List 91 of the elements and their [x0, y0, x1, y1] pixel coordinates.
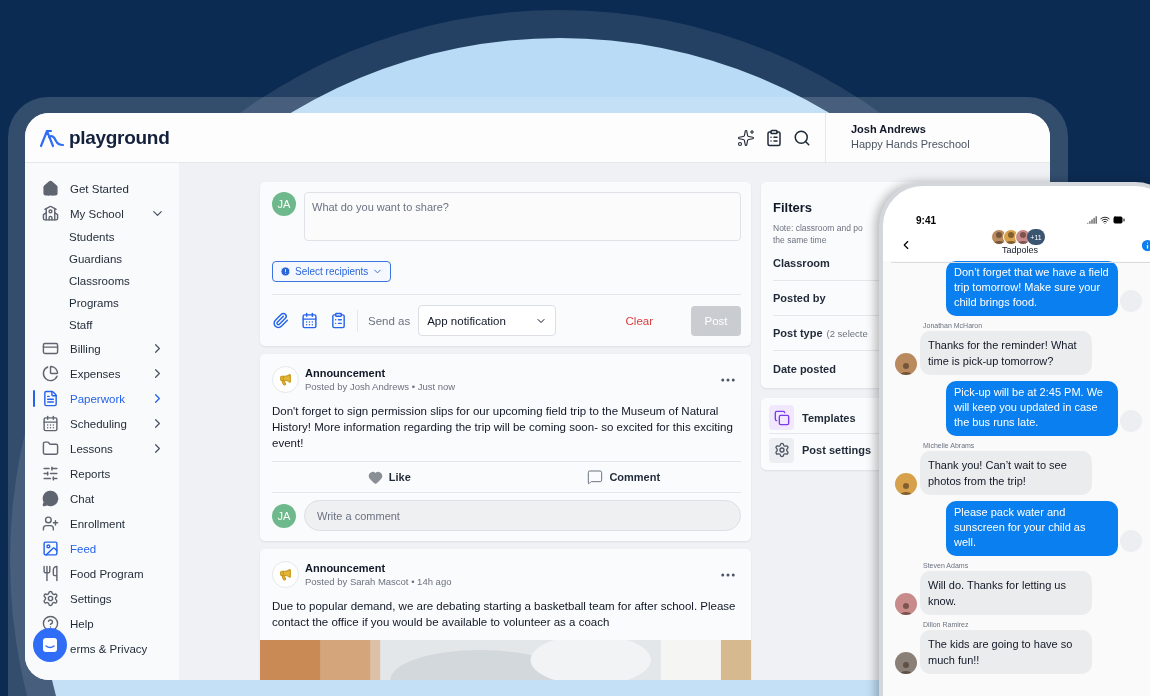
sidebar-item[interactable]: Reports — [25, 461, 179, 486]
sent-message: Please pack water and sunscreen for your child as well. — [946, 501, 1118, 556]
filter-label[interactable]: Posted by — [773, 292, 826, 304]
sent-message: Pick-up will be at 2:45 PM. We will keep you updated in case the bus runs late. — [946, 381, 1118, 436]
post-text: Due to popular demand, we are debating starting a basketball team for after school. Please contact the office if you would be available to volunteer as a coach — [272, 599, 737, 630]
sidebar-item[interactable]: Expenses — [25, 361, 179, 386]
filter-label[interactable]: Post type — [773, 327, 823, 339]
select-recipients-button[interactable]: Select recipients — [272, 261, 392, 282]
clipboard-icon[interactable] — [765, 128, 783, 147]
like-button[interactable]: Like — [272, 462, 507, 492]
user-plus-icon — [41, 515, 59, 532]
clear-button[interactable]: Clear — [625, 314, 683, 327]
sidebar-item[interactable]: Billing — [25, 336, 179, 361]
user-avatar: JA — [272, 503, 296, 528]
avatar-icon — [895, 652, 917, 674]
group-name: Tadpoles — [1002, 245, 1038, 255]
comment-field[interactable]: Write a comment — [304, 500, 741, 531]
sparkles-icon[interactable] — [737, 128, 755, 147]
user-name: Josh Andrews — [851, 122, 927, 135]
megaphone-icon — [272, 561, 299, 588]
sidebar-item[interactable]: Food Program — [25, 561, 179, 586]
speech-bubble-icon — [587, 469, 604, 485]
sidebar-subitem[interactable]: Students — [25, 226, 179, 248]
tool-link[interactable]: Templates — [802, 411, 856, 424]
filters-note: Note: classroom and po — [773, 222, 863, 234]
tool-link[interactable]: Post settings — [802, 444, 872, 456]
sidebar-item[interactable]: My School — [25, 201, 179, 226]
folder-icon — [41, 440, 59, 457]
filter-label[interactable]: Classroom — [773, 257, 830, 269]
school-name: Happy Hands Preschool — [851, 137, 971, 150]
school-icon — [41, 205, 59, 222]
send-as-label: Send as — [368, 314, 411, 327]
status-time: 9:41 — [916, 215, 936, 226]
settings-icon — [769, 437, 794, 463]
alert-icon — [280, 266, 291, 277]
search-icon[interactable] — [793, 128, 811, 147]
avatar-icon — [895, 353, 917, 375]
avatar-icon — [895, 473, 917, 495]
send-as-select[interactable]: App notification — [418, 305, 557, 336]
post-title: Announcement — [305, 562, 387, 574]
sidebar-item[interactable]: Lessons — [25, 436, 179, 461]
clipboard-icon[interactable] — [330, 312, 347, 329]
slide-logo-icon — [39, 127, 65, 148]
sidebar-item[interactable]: Paperwork — [25, 386, 179, 411]
sidebar-item[interactable]: Scheduling — [25, 411, 179, 436]
sidebar-subitem[interactable]: Classrooms — [25, 270, 179, 292]
logo-text: playground — [69, 126, 170, 149]
received-message: Will do. Thanks for letting us know. — [920, 571, 1092, 615]
paperclip-icon[interactable] — [272, 312, 289, 329]
sidebar-item[interactable]: Get Started — [25, 176, 179, 201]
share-field[interactable]: What do you want to share? — [304, 192, 741, 241]
filters-title: Filters — [773, 200, 813, 215]
sidebar-item[interactable]: Enrollment — [25, 511, 179, 536]
chat-icon — [41, 636, 59, 654]
sidebar-subitem[interactable]: Staff — [25, 314, 179, 336]
sidebar-item[interactable]: Settings — [25, 586, 179, 611]
sidebar-item[interactable]: Feed — [25, 536, 179, 561]
filter-label[interactable]: Date posted — [773, 362, 836, 375]
status-icons — [1087, 214, 1125, 226]
user-avatar: JA — [272, 192, 296, 216]
calendar-icon[interactable] — [301, 312, 318, 329]
megaphone-icon — [272, 366, 299, 393]
sidebar-subitem[interactable]: Programs — [25, 292, 179, 314]
avatar-icon — [895, 593, 917, 615]
sidebar-subitem[interactable]: Guardians — [25, 248, 179, 270]
post-meta: Posted by Josh Andrews • Just now — [305, 381, 457, 392]
heart-icon — [367, 469, 383, 485]
document-icon — [41, 390, 59, 407]
house-icon — [41, 180, 59, 197]
received-message: Thank you! Can’t wait to see photos from the trip! — [920, 451, 1092, 495]
comment-button[interactable]: Comment — [506, 462, 741, 492]
credit-card-icon — [41, 340, 59, 357]
sent-message: Don’t forget that we have a field trip tomorrow! Make sure your child brings food. — [946, 261, 1118, 316]
utensils-icon — [41, 565, 59, 582]
image-icon — [41, 540, 59, 557]
calendar-icon — [41, 415, 59, 432]
settings-icon — [41, 590, 59, 607]
copy-icon — [769, 405, 794, 430]
post-meta: Posted by Sarah Mascot • 14h ago — [305, 576, 453, 587]
filters-note: the same time — [773, 234, 827, 246]
post-text: Don't forget to sign permission slips for our upcoming field trip to the Museum of Natural History! More information regarding the trip will be coming soon- so excited for this exciting event! — [272, 404, 734, 451]
sidebar-item[interactable]: erms & Privacy — [25, 636, 179, 661]
received-message: Thanks for the reminder! What time is pick-up tomorrow? — [920, 331, 1092, 375]
sidebar-item[interactable]: Chat — [25, 486, 179, 511]
sliders-icon — [41, 465, 59, 482]
sidebar-item[interactable]: Help — [25, 611, 179, 636]
post-title: Announcement — [305, 367, 387, 379]
received-message: The kids are going to have so much fun!! — [920, 630, 1092, 674]
chat-icon — [41, 490, 59, 507]
pie-chart-icon — [41, 365, 59, 382]
filter-detail: (2 selecte — [826, 327, 868, 339]
